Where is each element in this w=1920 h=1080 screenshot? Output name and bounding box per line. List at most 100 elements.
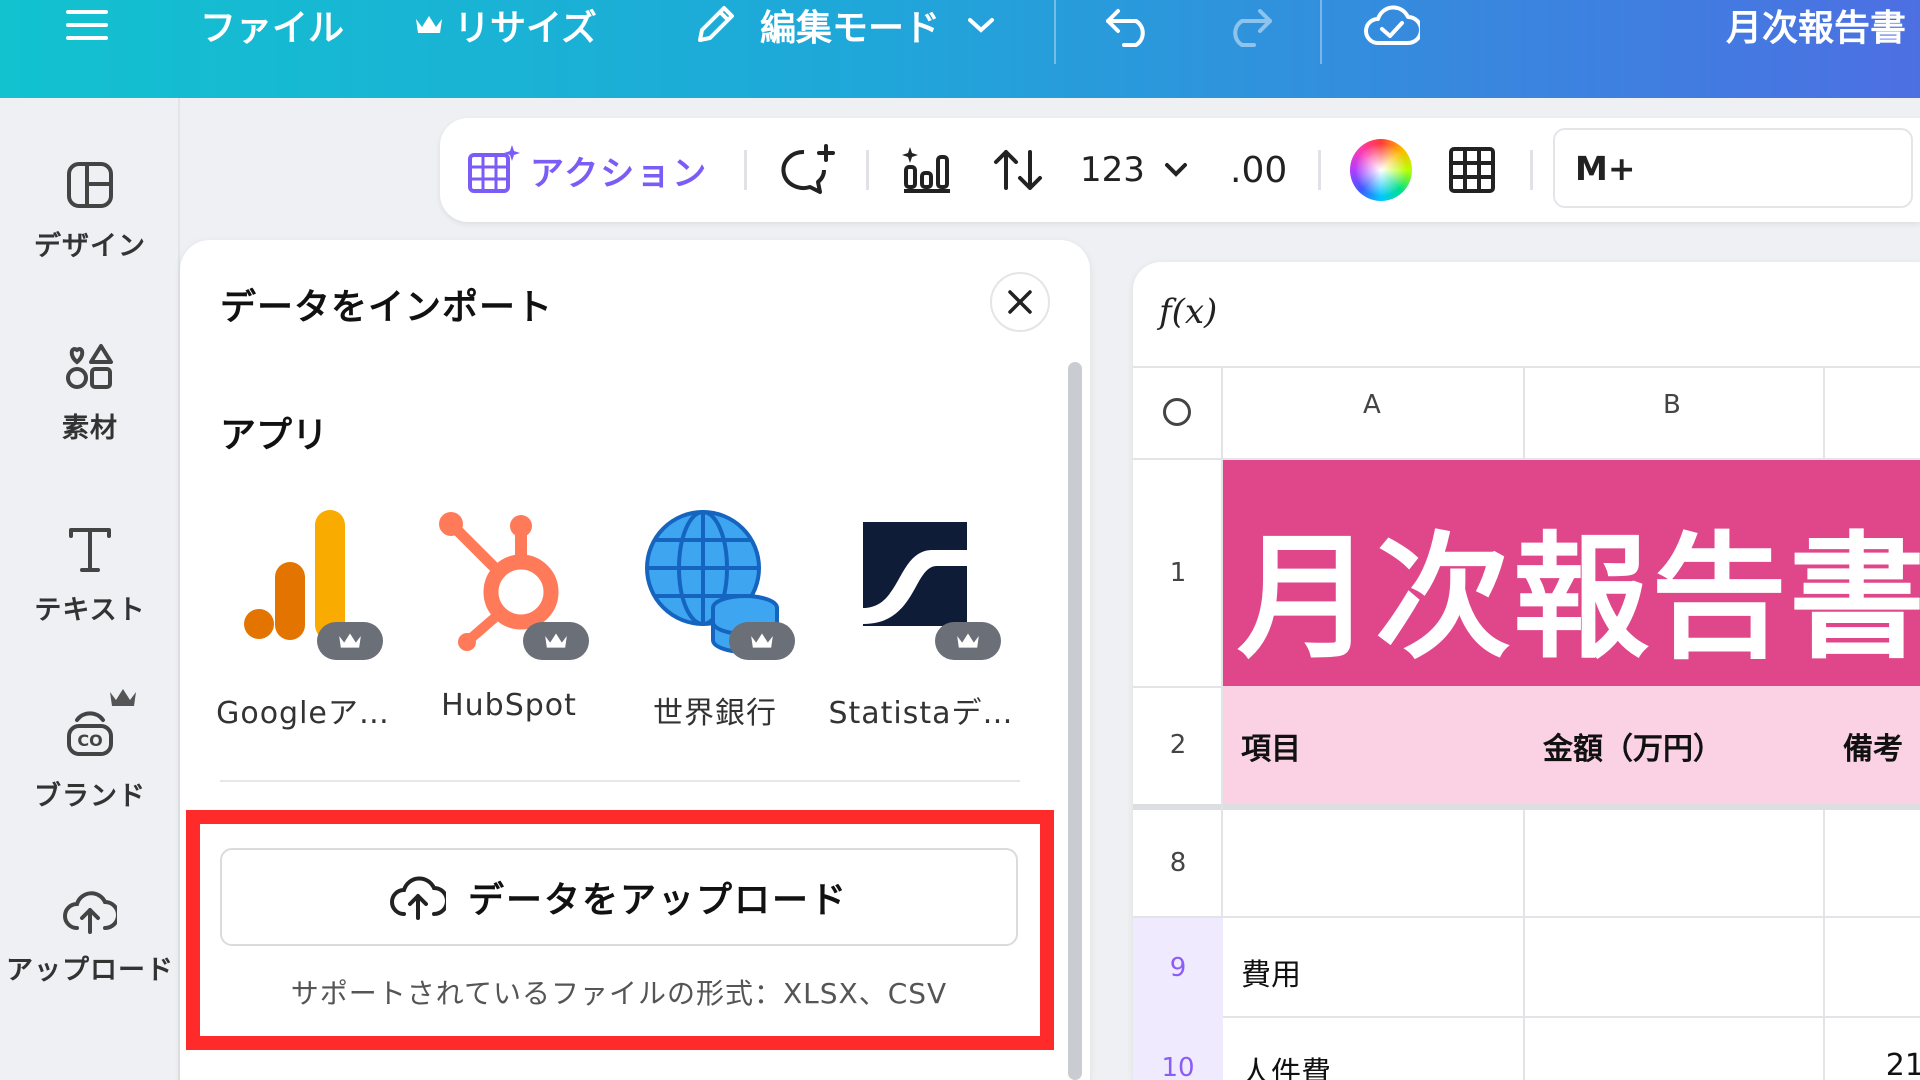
rail-label-text: テキスト: [34, 595, 146, 626]
divider: [1054, 0, 1056, 64]
header-notes[interactable]: 備考: [1843, 724, 1903, 768]
rail-item-elements[interactable]: 素材: [0, 342, 180, 445]
premium-badge: [317, 622, 383, 660]
column-header-b[interactable]: B: [1663, 390, 1681, 420]
formula-input[interactable]: M+: [1553, 128, 1913, 208]
formula-label: M+: [1575, 148, 1636, 188]
gridline: [1133, 686, 1223, 688]
rail-label-brand: ブランド: [34, 781, 146, 812]
divider: [866, 150, 869, 190]
upload-data-button[interactable]: データをアップロード: [220, 848, 1018, 946]
chevron-down-icon: [968, 18, 995, 33]
divider: [1530, 150, 1533, 190]
cloud-save-status[interactable]: [1364, 0, 1420, 50]
top-bar: ファイル リサイズ 編集モード 月次報告書: [0, 0, 1920, 98]
number-format-dropdown[interactable]: 123: [1080, 118, 1189, 222]
header-amount[interactable]: 金額（万円）: [1543, 724, 1723, 768]
rail-label-upload: アップロード: [6, 955, 174, 986]
rail-item-text[interactable]: テキスト: [0, 524, 180, 627]
decimal-button[interactable]: .00: [1230, 118, 1287, 222]
cell-a9[interactable]: 費用: [1241, 950, 1301, 994]
app-label: HubSpot: [441, 688, 577, 723]
color-button[interactable]: [1350, 118, 1412, 222]
statista-icon: [841, 500, 1001, 660]
app-label: Googleア…: [216, 696, 390, 731]
app-statista[interactable]: Statistaデ…: [826, 500, 1016, 732]
redo-button[interactable]: [1222, 0, 1274, 50]
resize-label: リサイズ: [454, 8, 597, 49]
elements-icon: [66, 344, 113, 389]
row-header-2[interactable]: 2: [1133, 730, 1223, 760]
layout-icon: [67, 162, 113, 208]
action-button[interactable]: アクション: [466, 118, 708, 222]
formula-bar-label: f(x): [1159, 292, 1218, 332]
upload-label: データをアップロード: [467, 880, 848, 921]
crown-icon: [545, 633, 567, 648]
hubspot-icon: [429, 500, 589, 660]
app-hubspot[interactable]: HubSpot: [414, 500, 604, 723]
edit-mode-menu[interactable]: 編集モード: [692, 0, 996, 50]
row-header-8[interactable]: 8: [1133, 848, 1223, 878]
panel-scrollbar[interactable]: [1068, 362, 1082, 1080]
cell-a10[interactable]: 人件費: [1241, 1048, 1331, 1080]
left-rail: デザイン 素材 テキスト CO ブランド アップロード: [0, 98, 180, 1080]
bar-chart-icon: [902, 147, 950, 193]
number-format-label: 123: [1080, 150, 1145, 190]
divider: [220, 780, 1020, 782]
document-title[interactable]: 月次報告書: [1726, 0, 1906, 50]
hamburger-icon: [66, 10, 108, 40]
close-button[interactable]: [990, 272, 1050, 332]
app-google-analytics[interactable]: Googleア…: [208, 500, 398, 732]
crown-icon: [110, 689, 136, 706]
color-wheel-icon: [1350, 139, 1412, 201]
svg-text:CO: CO: [77, 731, 102, 750]
header-item[interactable]: 項目: [1241, 724, 1301, 768]
rail-label-design: デザイン: [34, 231, 146, 262]
title-cell[interactable]: 月次報告書5: [1223, 460, 1920, 686]
premium-badge: [729, 622, 795, 660]
chart-button[interactable]: [900, 118, 954, 222]
table-border-button[interactable]: [1448, 118, 1496, 222]
upload-cloud-icon: [63, 891, 117, 934]
file-menu[interactable]: ファイル: [200, 0, 344, 50]
sort-button[interactable]: [992, 118, 1044, 222]
upload-cloud-icon: [389, 876, 446, 920]
sort-icon: [994, 150, 1042, 190]
spreadsheet: f(x) A B 1 2 8 9 10 月次報告書5 項目 金額（万円） 備考 …: [1133, 262, 1920, 1080]
report-title: 月次報告書5: [1237, 520, 1920, 678]
crown-icon: [957, 633, 979, 648]
rail-label-elements: 素材: [62, 413, 118, 444]
rail-item-brand[interactable]: CO ブランド: [0, 689, 180, 813]
close-icon: [1008, 290, 1032, 314]
gridline: [1823, 366, 1825, 460]
cell-b10[interactable]: 210: [1733, 1048, 1920, 1080]
divider: [1320, 0, 1322, 64]
select-all-button[interactable]: [1163, 398, 1191, 426]
row-header-10[interactable]: 10: [1133, 1018, 1223, 1080]
redo-icon: [1233, 9, 1272, 47]
resize-menu[interactable]: リサイズ: [414, 0, 597, 50]
panel-title: データをインポート: [220, 287, 554, 328]
menu-button[interactable]: [66, 0, 108, 50]
edit-mode-label: 編集モード: [760, 8, 941, 49]
undo-button[interactable]: [1104, 0, 1156, 50]
premium-badge: [935, 622, 1001, 660]
ai-comment-button[interactable]: [780, 118, 836, 222]
undo-icon: [1106, 9, 1145, 47]
gridline: [1823, 810, 1825, 1080]
app-world-bank[interactable]: 世界銀行: [620, 500, 810, 732]
divider: [1318, 150, 1321, 190]
row-header-9[interactable]: 9: [1133, 918, 1223, 1018]
gridline: [1133, 1016, 1920, 1018]
gridline: [1133, 366, 1920, 368]
text-icon: [69, 528, 111, 572]
rail-item-upload[interactable]: アップロード: [0, 888, 180, 987]
action-label: アクション: [530, 153, 709, 194]
supported-formats-text: サポートされているファイルの形式：XLSX、CSV: [290, 977, 948, 1010]
row-header-1[interactable]: 1: [1133, 558, 1223, 588]
column-header-a[interactable]: A: [1363, 390, 1381, 420]
cloud-check-icon: [1364, 5, 1420, 45]
crown-icon: [751, 633, 773, 648]
rail-item-design[interactable]: デザイン: [0, 160, 180, 263]
pencil-icon: [698, 6, 734, 42]
